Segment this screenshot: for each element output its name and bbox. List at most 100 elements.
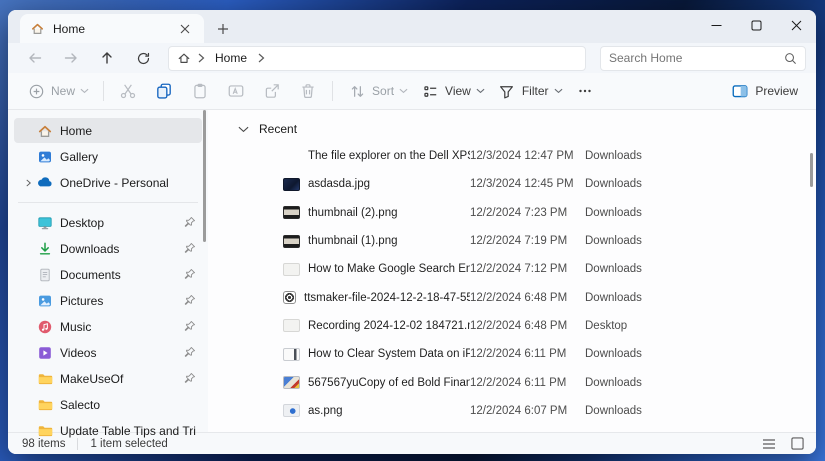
share-icon <box>262 81 282 101</box>
sidebar-item-downloads[interactable]: Downloads <box>14 236 202 261</box>
chevron-down-icon <box>80 88 89 94</box>
filter-button[interactable]: Filter <box>491 77 569 105</box>
gallery-icon <box>36 148 53 165</box>
titlebar: Home <box>8 10 816 43</box>
sidebar-item-desktop[interactable]: Desktop <box>14 210 202 235</box>
pin-icon <box>182 294 196 308</box>
close-button[interactable] <box>776 10 816 40</box>
file-row[interactable]: ttsmaker-file-2024-12-2-18-47-55... 12/2… <box>208 283 816 311</box>
file-row[interactable]: How to Clear System Data on iPh... 12/2/… <box>208 340 816 368</box>
tab-home[interactable]: Home <box>20 14 204 43</box>
blank-file-icon <box>283 150 300 163</box>
file-explorer-window: Home <box>8 10 816 454</box>
details-view-icon[interactable] <box>760 436 778 452</box>
delete-button[interactable] <box>292 77 324 105</box>
sidebar-item-update-table-tips[interactable]: Update Table Tips and Tricks in Wor <box>14 418 202 443</box>
navigation-bar: Home <box>8 43 816 73</box>
command-toolbar: New <box>8 73 816 110</box>
new-icon <box>26 81 46 101</box>
pin-icon <box>182 268 196 282</box>
file-row[interactable]: The file explorer on the Dell XPS 1... 1… <box>208 142 816 170</box>
toolbar-separator <box>103 81 104 101</box>
file-row[interactable]: asdasda.jpg 12/3/2024 12:45 PM Downloads <box>208 170 816 198</box>
toolbar-separator <box>332 81 333 101</box>
sidebar-item-pictures[interactable]: Pictures <box>14 288 202 313</box>
tab-close-icon[interactable] <box>174 18 196 40</box>
maximize-button[interactable] <box>736 10 776 40</box>
more-icon <box>575 81 595 101</box>
home-icon <box>36 122 53 139</box>
folder-icon <box>36 396 53 413</box>
refresh-icon[interactable] <box>128 45 158 71</box>
file-row[interactable]: thumbnail (2).png 12/2/2024 7:23 PM Down… <box>208 199 816 227</box>
file-row[interactable]: Recording 2024-12-02 184721.mp4 12/2/202… <box>208 312 816 340</box>
search-icon[interactable] <box>784 52 797 65</box>
pin-icon <box>182 216 196 230</box>
sidebar-item-gallery[interactable]: Gallery <box>14 144 202 169</box>
paste-button[interactable] <box>184 77 216 105</box>
copy-button[interactable] <box>148 77 180 105</box>
pin-icon <box>182 242 196 256</box>
home-icon <box>30 21 45 36</box>
preview-icon <box>730 81 750 101</box>
chevron-down-icon[interactable] <box>238 126 249 133</box>
search-input[interactable] <box>609 51 784 65</box>
sidebar-scrollbar[interactable] <box>203 110 206 242</box>
image-thumbnail-color <box>283 376 300 389</box>
image-thumbnail-filmstrip <box>283 206 300 219</box>
document-thumbnail <box>283 348 300 361</box>
sidebar-item-salecto[interactable]: Salecto <box>14 392 202 417</box>
tab-title: Home <box>53 22 174 36</box>
new-button[interactable]: New <box>20 77 95 105</box>
pictures-icon <box>36 292 53 309</box>
image-thumbnail-light <box>283 263 300 276</box>
paste-icon <box>190 81 210 101</box>
preview-button[interactable]: Preview <box>724 77 804 105</box>
cut-button[interactable] <box>112 77 144 105</box>
breadcrumb[interactable]: Home <box>168 46 586 71</box>
sidebar-item-makeuseof[interactable]: MakeUseOf <box>14 366 202 391</box>
search-box[interactable] <box>600 46 806 71</box>
sort-icon <box>347 81 367 101</box>
sidebar-item-home[interactable]: Home <box>14 118 202 143</box>
more-button[interactable] <box>569 77 601 105</box>
file-row[interactable]: How to Make Google Search Engi... 12/2/2… <box>208 255 816 283</box>
chevron-right-icon[interactable] <box>257 53 265 63</box>
document-icon <box>36 266 53 283</box>
cut-icon <box>118 81 138 101</box>
forward-icon[interactable] <box>56 45 86 71</box>
pin-icon <box>182 346 196 360</box>
home-icon[interactable] <box>177 51 191 65</box>
breadcrumb-item-home[interactable]: Home <box>211 51 251 65</box>
group-header-recent[interactable]: Recent <box>208 116 816 142</box>
chevron-right-icon <box>197 53 205 63</box>
new-tab-icon[interactable] <box>212 18 234 40</box>
pin-icon <box>182 372 196 386</box>
large-icons-view-icon[interactable] <box>788 436 806 452</box>
folder-icon <box>36 422 53 439</box>
file-row[interactable]: thumbnail (1).png 12/2/2024 7:19 PM Down… <box>208 227 816 255</box>
audio-file-icon <box>283 291 296 304</box>
chevron-down-icon <box>399 88 408 94</box>
pin-icon <box>182 320 196 334</box>
back-icon[interactable] <box>20 45 50 71</box>
sidebar-item-music[interactable]: Music <box>14 314 202 339</box>
up-icon[interactable] <box>92 45 122 71</box>
rename-icon <box>226 81 246 101</box>
image-thumbnail-blue <box>283 404 300 417</box>
file-row[interactable]: 567567yuCopy of ed Bold Financ... 12/2/2… <box>208 368 816 396</box>
window-controls <box>696 10 816 40</box>
share-button[interactable] <box>256 77 288 105</box>
file-list-scrollbar[interactable] <box>810 153 813 187</box>
file-row[interactable]: as.png 12/2/2024 6:07 PM Downloads <box>208 397 816 425</box>
sidebar-item-onedrive[interactable]: OneDrive - Personal <box>14 170 202 195</box>
sidebar-item-videos[interactable]: Videos <box>14 340 202 365</box>
chevron-right-icon[interactable] <box>20 178 36 188</box>
sidebar-item-documents[interactable]: Documents <box>14 262 202 287</box>
sort-button[interactable]: Sort <box>341 77 414 105</box>
minimize-button[interactable] <box>696 10 736 40</box>
image-thumbnail-dark <box>283 178 300 191</box>
view-button[interactable]: View <box>414 77 491 105</box>
rename-button[interactable] <box>220 77 252 105</box>
folder-icon <box>36 370 53 387</box>
